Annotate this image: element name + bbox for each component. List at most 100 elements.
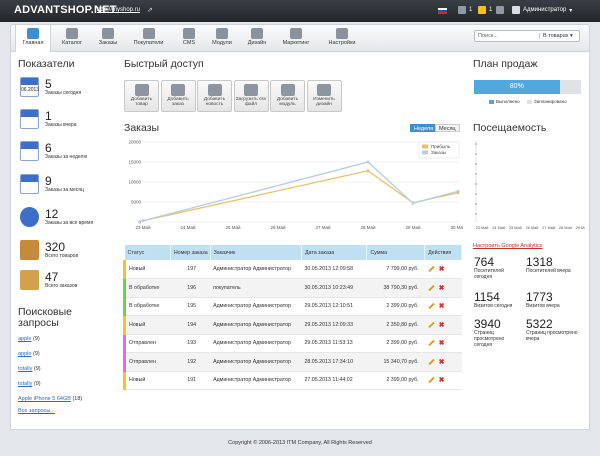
orders-icon xyxy=(102,28,114,39)
order-actions: ✖ xyxy=(424,278,462,298)
x-tick-label: 23 Май xyxy=(476,226,489,230)
indicator-label: Всего заказов xyxy=(45,283,78,289)
order-status: Отправлен xyxy=(123,334,171,353)
delete-icon[interactable]: ✖ xyxy=(439,339,445,347)
nav-catalog[interactable]: Каталог xyxy=(54,25,90,52)
analytics-stat: 3940 Страниц просмотрено сегодня xyxy=(474,318,520,348)
edit-icon[interactable] xyxy=(427,265,435,273)
table-header[interactable]: Дата заказа xyxy=(301,245,368,260)
nav-label: Настройки xyxy=(328,40,356,46)
delete-icon[interactable]: ✖ xyxy=(439,265,445,273)
nav-label: Заказы xyxy=(98,40,118,46)
edit-icon[interactable] xyxy=(427,303,435,310)
search-query-link[interactable]: totally xyxy=(18,381,32,387)
customers-icon xyxy=(142,28,155,39)
edit-design-icon xyxy=(317,84,331,96)
table-row[interactable]: Новый 197 Администратор Администратор 30.05… xyxy=(123,260,462,279)
sales-plan-fill: 80% xyxy=(474,80,560,94)
add-order-button[interactable]: Добавить заказ xyxy=(160,80,196,112)
series-point xyxy=(366,169,370,173)
nav-settings[interactable]: Настройки xyxy=(321,25,363,52)
external-link-icon[interactable]: ⇗ xyxy=(147,6,153,14)
table-row[interactable]: Отправлен 192 Администратор Администратор 2… xyxy=(123,352,462,372)
y-tick-label: 5000 xyxy=(131,200,142,205)
table-header[interactable]: Заказчик xyxy=(210,245,302,260)
table-header[interactable]: Сумма xyxy=(366,245,426,260)
home-icon xyxy=(27,28,39,39)
edit-icon[interactable] xyxy=(427,284,435,291)
add-product-icon xyxy=(134,84,149,96)
quick-access-title: Быстрый доступ xyxy=(124,58,204,70)
nav-orders[interactable]: Заказы xyxy=(90,25,126,52)
table-row[interactable]: Отправлен 193 Администратор Администратор 2… xyxy=(123,334,462,353)
search-query-link[interactable]: apple xyxy=(18,336,31,342)
order-date: 30.05.2013 12:09:58 xyxy=(301,260,367,279)
google-analytics-link[interactable]: Настроить Google Analytics xyxy=(473,243,542,249)
all-queries-link[interactable]: Все запросы... xyxy=(18,408,55,414)
search-box[interactable]: Поиск... В товарах ▾ xyxy=(474,30,580,42)
search-query-count: (18) xyxy=(72,396,83,402)
delete-icon[interactable]: ✖ xyxy=(439,358,445,366)
nav-label: Каталог xyxy=(62,40,82,46)
x-tick-label: 27 Май xyxy=(542,226,555,230)
x-tick-label: 28 Май xyxy=(360,224,376,230)
user-menu[interactable]: Администратор ▾ xyxy=(512,6,572,14)
search-query-link[interactable]: totally xyxy=(18,366,32,372)
table-header[interactable]: Действия xyxy=(424,245,462,260)
search-query-link[interactable]: Apple iPhone 5 64GB xyxy=(18,396,71,402)
nav-cms[interactable]: CMS xyxy=(171,25,207,52)
search-query-count: (9) xyxy=(33,381,41,387)
site-link[interactable]: http://myshop.ru xyxy=(97,7,140,13)
search-scope-select[interactable]: В товарах ▾ xyxy=(539,33,579,39)
notification-icon[interactable] xyxy=(478,6,486,14)
sales-plan-title: План продаж xyxy=(473,58,538,70)
indicators-title: Показатели xyxy=(18,58,75,70)
edit-icon[interactable] xyxy=(427,321,435,328)
analytics-label: Визитов вчера xyxy=(526,303,560,309)
table-row[interactable]: В обработке 196 покупатель 30.05.2013 10:23… xyxy=(123,278,462,298)
indicator-value: 5 xyxy=(45,77,52,91)
quick-access-label: Добавить заказ xyxy=(167,97,189,107)
series-point xyxy=(366,160,370,164)
tab-week[interactable]: Неделя xyxy=(410,124,438,132)
delete-icon[interactable]: ✖ xyxy=(439,284,445,292)
task-icon[interactable] xyxy=(496,6,504,14)
quick-access-label: Добавить новость xyxy=(203,97,226,107)
delete-icon[interactable]: ✖ xyxy=(439,321,445,329)
add-product-button[interactable]: Добавить товар xyxy=(124,80,159,112)
order-actions: ✖ xyxy=(424,260,462,279)
russian-flag-icon[interactable] xyxy=(438,8,447,14)
analytics-value: 1318 xyxy=(526,255,553,269)
indicator-label: Заказы вчера xyxy=(45,122,77,128)
search-input[interactable]: Поиск... xyxy=(475,33,539,39)
indicator-2: 6 Заказы за неделю xyxy=(20,141,87,161)
edit-icon[interactable] xyxy=(427,358,435,365)
delete-icon[interactable]: ✖ xyxy=(439,302,445,310)
order-customer: Администратор Администратор xyxy=(210,352,302,372)
table-row[interactable]: Новый 194 Администратор Администратор 29.05… xyxy=(123,315,462,335)
analytics-stat: 1154 Визитов сегодня xyxy=(474,291,520,309)
delete-icon[interactable]: ✖ xyxy=(439,376,445,384)
tab-month[interactable]: Месяц xyxy=(435,124,460,132)
add-module-button[interactable]: Добавить модуль xyxy=(270,80,305,112)
nav-home[interactable]: Главная xyxy=(15,25,51,52)
nav-modules[interactable]: Модули xyxy=(204,25,240,52)
table-row[interactable]: Новый 191 Администратор Администратор 27.05… xyxy=(123,371,462,390)
table-header[interactable]: Статус xyxy=(124,245,171,260)
add-news-button[interactable]: Добавить новость xyxy=(197,80,232,112)
indicator-label: Заказы за все время xyxy=(45,220,94,226)
nav-marketing[interactable]: Маркетинг xyxy=(278,25,314,52)
edit-icon[interactable] xyxy=(427,340,435,347)
message-icon[interactable] xyxy=(458,6,466,14)
nav-design[interactable]: Дизайн xyxy=(239,25,275,52)
table-row[interactable]: В обработке 195 Администратор Администрато… xyxy=(123,297,462,316)
y-tick-label: 0 xyxy=(138,220,141,225)
table-header[interactable]: Номер заказа xyxy=(170,245,211,260)
csv-upload-button[interactable]: Загрузить csv файл xyxy=(233,80,269,112)
search-query-link[interactable]: apple xyxy=(18,351,31,357)
edit-icon[interactable] xyxy=(427,377,435,384)
order-customer: Администратор Администратор xyxy=(210,297,302,316)
order-status: В обработке xyxy=(123,297,171,316)
nav-customers[interactable]: Покупатели xyxy=(126,25,171,52)
edit-design-button[interactable]: Изменить дизайн xyxy=(306,80,342,112)
